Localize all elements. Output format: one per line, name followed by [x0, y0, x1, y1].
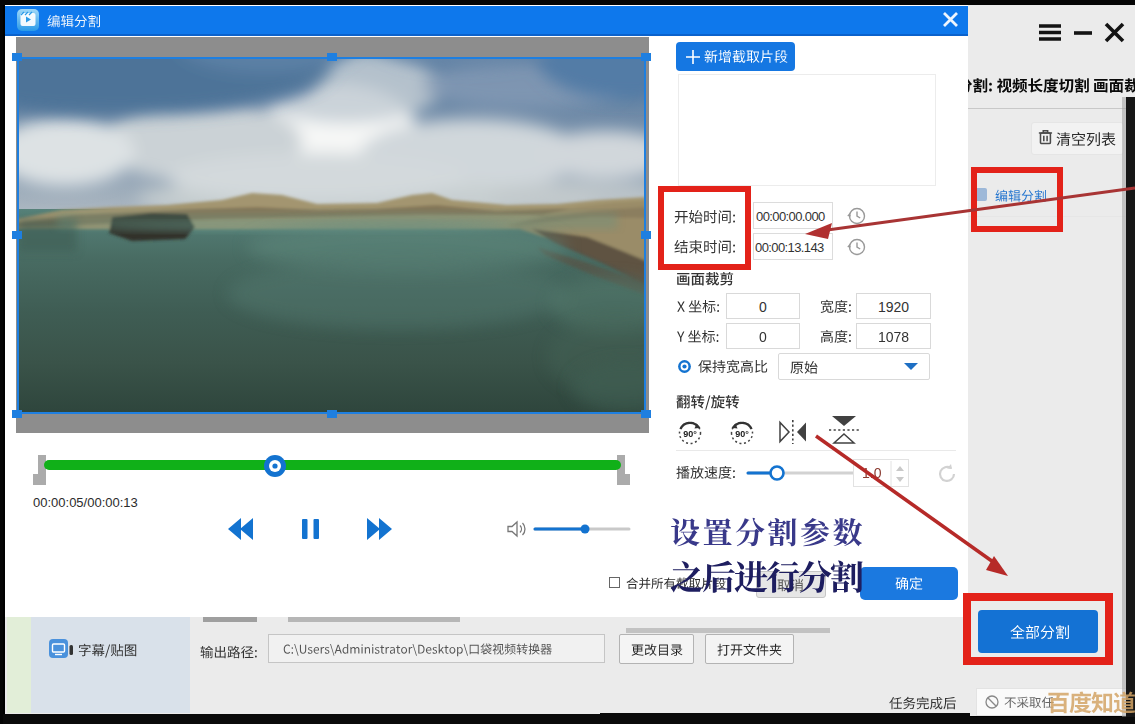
svg-text:90°: 90° — [683, 429, 697, 439]
svg-text:90°: 90° — [735, 429, 749, 439]
